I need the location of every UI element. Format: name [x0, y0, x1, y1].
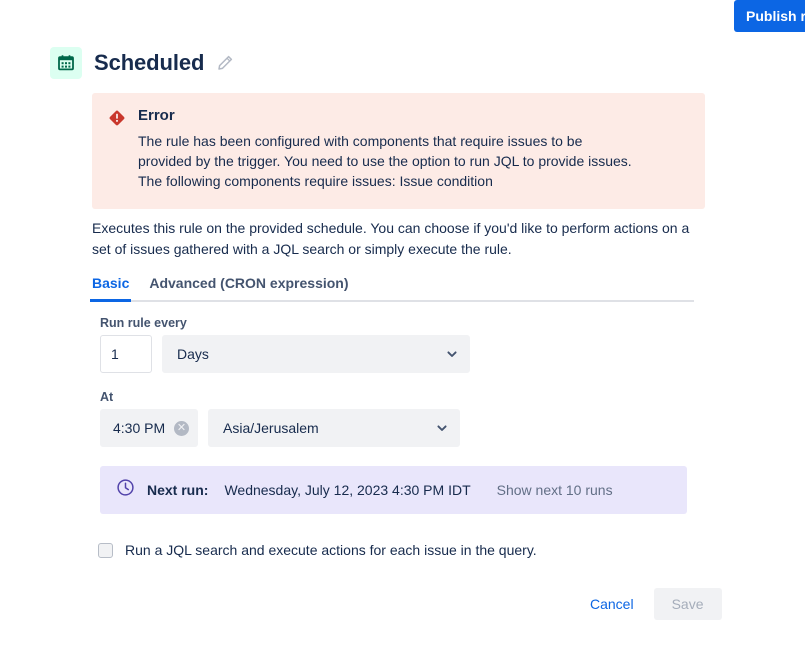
next-run-value: Wednesday, July 12, 2023 4:30 PM IDT	[224, 482, 471, 498]
jql-search-checkbox-row[interactable]: Run a JQL search and execute actions for…	[98, 542, 700, 558]
chevron-down-icon	[427, 421, 449, 435]
timezone-value: Asia/Jerusalem	[223, 420, 319, 436]
run-rule-every-row: Days	[100, 335, 700, 373]
at-label: At	[100, 390, 114, 404]
interval-unit-value: Days	[177, 346, 209, 362]
time-value: 4:30 PM	[113, 420, 166, 436]
jql-search-checkbox-label[interactable]: Run a JQL search and execute actions for…	[125, 542, 537, 558]
publish-rule-button[interactable]: Publish rule	[734, 0, 805, 32]
interval-value-input[interactable]	[100, 335, 152, 373]
page-title: Scheduled	[94, 50, 205, 75]
clear-circle-icon[interactable]: ✕	[174, 420, 189, 436]
form-footer: Cancel Save	[580, 588, 722, 620]
error-panel: Error The rule has been configured with …	[92, 93, 705, 209]
schedule-mode-tabs: Basic Advanced (CRON expression)	[90, 272, 694, 302]
chevron-down-icon	[437, 347, 459, 361]
error-message: The rule has been configured with compon…	[138, 133, 632, 189]
error-title: Error	[138, 107, 175, 124]
page-header: Scheduled	[50, 47, 234, 79]
pencil-icon[interactable]	[216, 54, 234, 72]
interval-unit-select[interactable]: Days	[162, 335, 470, 373]
trigger-description: Executes this rule on the provided sched…	[92, 220, 690, 257]
at-field-group: At 4:30 PM ✕ Asia/Jerusalem	[100, 390, 700, 447]
at-row: 4:30 PM ✕ Asia/Jerusalem	[100, 409, 700, 447]
cancel-button[interactable]: Cancel	[580, 588, 644, 620]
timezone-select[interactable]: Asia/Jerusalem	[208, 409, 460, 447]
jql-search-checkbox[interactable]	[98, 542, 113, 558]
schedule-form: Run rule every Days At 4:30 PM ✕	[98, 316, 700, 558]
run-rule-every-label: Run rule every	[100, 316, 187, 330]
show-next-runs-link[interactable]: Show next 10 runs	[497, 482, 613, 498]
tab-advanced-cron[interactable]: Advanced (CRON expression)	[147, 272, 350, 302]
save-button[interactable]: Save	[653, 588, 722, 620]
clock-icon	[116, 478, 135, 502]
error-body: Error The rule has been configured with …	[138, 107, 689, 191]
error-diamond-icon	[108, 107, 126, 191]
next-run-label: Next run:	[147, 482, 209, 498]
next-run-banner: Next run: Wednesday, July 12, 2023 4:30 …	[100, 466, 687, 514]
time-input[interactable]: 4:30 PM ✕	[100, 409, 198, 447]
tab-basic[interactable]: Basic	[90, 272, 132, 302]
calendar-icon	[50, 47, 82, 79]
scheduled-trigger-page: Publish rule Scheduled	[0, 0, 805, 665]
